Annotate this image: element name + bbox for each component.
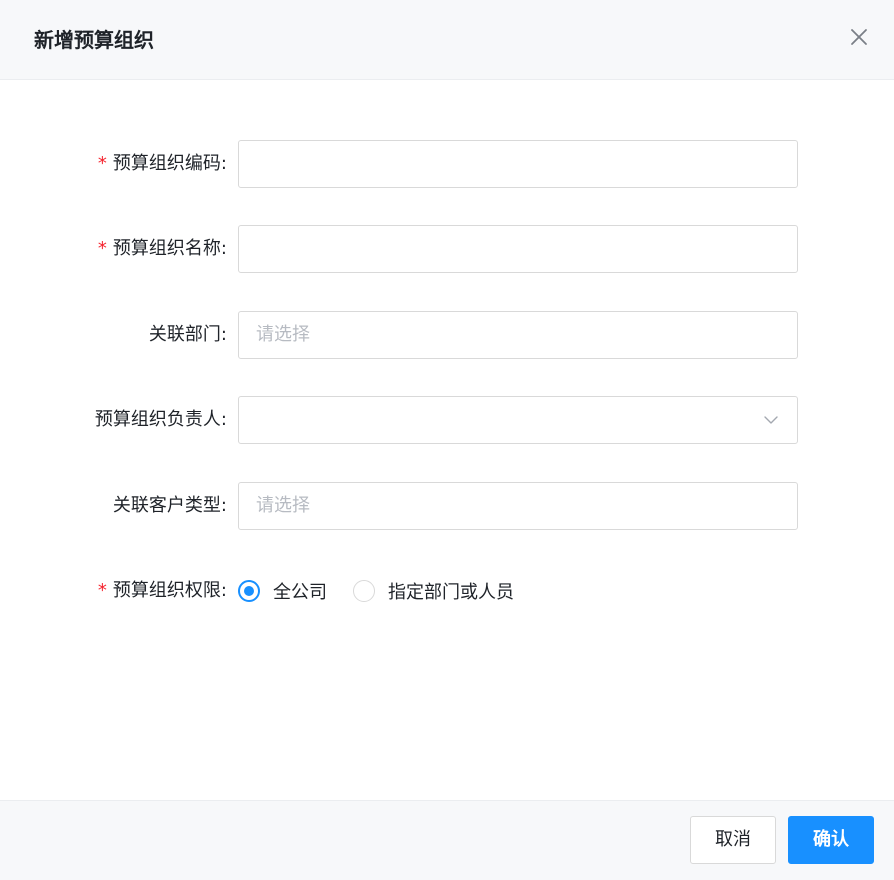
owner-select[interactable] bbox=[238, 396, 798, 444]
radio-specified-dept-or-person[interactable]: 指定部门或人员 bbox=[353, 578, 514, 604]
permission-label: * 预算组织权限: bbox=[98, 567, 227, 615]
close-button[interactable] bbox=[848, 26, 870, 48]
radio-label: 全公司 bbox=[273, 582, 327, 603]
permission-label-text: 预算组织权限: bbox=[112, 580, 227, 601]
form-row-permission: * 预算组织权限: 全公司 指定部门或人员 bbox=[0, 567, 894, 615]
radio-whole-company[interactable]: 全公司 bbox=[238, 578, 327, 604]
radio-label: 指定部门或人员 bbox=[388, 582, 514, 603]
close-icon bbox=[851, 29, 867, 45]
name-label: * 预算组织名称: bbox=[98, 225, 227, 273]
required-mark: * bbox=[97, 238, 107, 259]
form-row-department: 关联部门: 请选择 bbox=[0, 311, 894, 359]
dialog-header: 新增预算组织 bbox=[0, 0, 894, 80]
name-input[interactable] bbox=[238, 225, 798, 273]
form-row-customer-type: 关联客户类型: 请选择 bbox=[0, 482, 894, 530]
form-row-code: * 预算组织编码: bbox=[0, 140, 894, 188]
add-budget-org-dialog: 新增预算组织 * 预算组织编码: * 预算组织名称: 关联部门: 请选择 预算组织负… bbox=[0, 0, 894, 880]
cancel-button[interactable]: 取消 bbox=[690, 816, 776, 864]
radio-unchecked-icon bbox=[353, 580, 375, 602]
customer-type-label: 关联客户类型: bbox=[112, 495, 227, 516]
required-mark: * bbox=[97, 153, 107, 174]
owner-label: 预算组织负责人: bbox=[94, 409, 227, 430]
department-placeholder: 请选择 bbox=[256, 324, 310, 345]
department-label: 关联部门: bbox=[148, 324, 227, 345]
confirm-button[interactable]: 确认 bbox=[788, 816, 874, 864]
code-input[interactable] bbox=[238, 140, 798, 188]
code-label: * 预算组织编码: bbox=[98, 140, 227, 188]
customer-type-select[interactable]: 请选择 bbox=[238, 482, 798, 530]
customer-type-placeholder: 请选择 bbox=[256, 495, 310, 516]
required-mark: * bbox=[97, 580, 107, 601]
code-label-text: 预算组织编码: bbox=[112, 153, 227, 174]
dialog-footer: 取消 确认 bbox=[0, 800, 894, 880]
dialog-title: 新增预算组织 bbox=[34, 28, 154, 52]
radio-checked-icon bbox=[238, 580, 260, 602]
form-row-name: * 预算组织名称: bbox=[0, 225, 894, 273]
chevron-down-icon bbox=[764, 416, 778, 424]
permission-radio-group: 全公司 指定部门或人员 bbox=[238, 567, 540, 615]
department-select[interactable]: 请选择 bbox=[238, 311, 798, 359]
name-label-text: 预算组织名称: bbox=[112, 238, 227, 259]
form-row-owner: 预算组织负责人: bbox=[0, 396, 894, 444]
